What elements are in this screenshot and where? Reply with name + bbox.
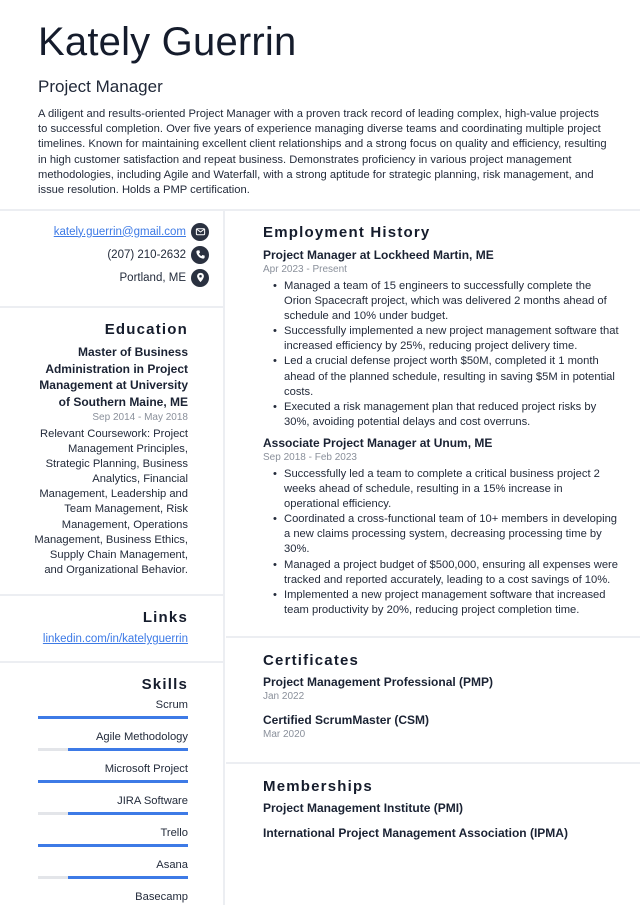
skill-item: Agile Methodology: [30, 730, 188, 751]
job-entry-title: Project Manager at Lockheed Martin, ME: [263, 248, 494, 262]
certificate-item: Project Management Professional (PMP) Ja…: [263, 674, 620, 704]
memberships-heading: Memberships: [263, 778, 373, 795]
contact-section: kately.guerrin@gmail.com (207) 210-2632 …: [0, 211, 225, 308]
skill-item: Basecamp: [30, 890, 188, 905]
certificate-item: Certified ScrumMaster (CSM) Mar 2020: [263, 712, 620, 742]
job-entry-title: Associate Project Manager at Unum, ME: [263, 435, 493, 450]
education-section: Education Master of Business Administrat…: [0, 308, 225, 596]
links-section: Links linkedin.com/in/katelyguerrin: [0, 596, 225, 663]
resume-header: Kately Guerrin Project Manager A diligen…: [0, 0, 640, 211]
job-entry-dates: Sep 2018 - Feb 2023: [263, 451, 357, 463]
skill-name: Microsoft Project: [104, 763, 188, 775]
skill-level-bar: [38, 748, 188, 751]
phone-number: (207) 210-2632: [107, 248, 186, 261]
certificate-date: Mar 2020: [263, 729, 306, 740]
skills-heading: Skills: [141, 676, 188, 693]
bullet-item: Coordinated a cross-functional team of 1…: [273, 512, 620, 557]
membership-item: Project Management Institute (PMI): [263, 801, 464, 815]
skill-level-bar: [38, 812, 188, 815]
candidate-name: Kately Guerrin: [38, 20, 297, 64]
skill-name: Basecamp: [135, 891, 188, 903]
employment-heading: Employment History: [263, 224, 431, 241]
phone-icon: [191, 245, 209, 264]
certificates-heading: Certificates: [263, 652, 360, 669]
email-link[interactable]: kately.guerrin@gmail.com: [54, 226, 186, 238]
contact-phone: (207) 210-2632: [30, 243, 209, 266]
certificates-section: Certificates Project Management Professi…: [226, 638, 640, 764]
skill-name: JIRA Software: [117, 795, 188, 807]
skill-level-bar: [38, 844, 188, 847]
job-entry-bullets: Successfully led a team to complete a cr…: [273, 467, 620, 618]
education-description: Relevant Coursework: Project Management …: [34, 428, 188, 576]
skill-name: Agile Methodology: [95, 731, 188, 743]
contact-email: kately.guerrin@gmail.com: [30, 220, 209, 243]
job-entry-dates: Apr 2023 - Present: [263, 264, 347, 275]
map-pin-icon: [191, 268, 209, 287]
linkedin-link[interactable]: linkedin.com/in/katelyguerrin: [43, 633, 188, 645]
certificate-name: Project Management Professional (PMP): [263, 675, 494, 689]
education-degree: Master of Business Administration in Pro…: [39, 345, 188, 409]
bullet-item: Managed a project budget of $500,000, en…: [273, 558, 620, 588]
job-title: Project Manager: [38, 77, 163, 96]
bullet-item: Led a crucial defense project worth $50M…: [273, 354, 620, 399]
skill-level-fill: [68, 748, 188, 751]
skill-level-fill: [38, 780, 188, 783]
contact-location: Portland, ME: [30, 266, 209, 289]
skill-item: Microsoft Project: [30, 762, 188, 783]
education-heading: Education: [104, 321, 188, 338]
skill-name: Asana: [156, 859, 188, 871]
links-heading: Links: [142, 609, 188, 626]
skill-item: Scrum: [30, 698, 188, 719]
skill-level-fill: [38, 844, 188, 847]
skill-level-bar: [38, 876, 188, 879]
bullet-item: Successfully implemented a new project m…: [273, 324, 620, 354]
employment-section: Employment History Project Manager at Lo…: [226, 211, 640, 638]
skill-level-bar: [38, 780, 188, 783]
job-entry: Associate Project Manager at Unum, ME Se…: [263, 435, 620, 618]
left-column: kately.guerrin@gmail.com (207) 210-2632 …: [0, 211, 225, 905]
right-column: Employment History Project Manager at Lo…: [226, 211, 640, 905]
skills-list: Scrum Agile Methodology Microsoft Project J…: [30, 698, 188, 905]
bullet-item: Managed a team of 15 engineers to succes…: [273, 279, 620, 324]
professional-summary: A diligent and results-oriented Project …: [38, 108, 607, 197]
memberships-section: Memberships Project Management Institute…: [226, 764, 640, 905]
skills-section: Skills Scrum Agile Methodology Microsoft P…: [0, 663, 225, 905]
membership-item: International Project Management Associa…: [263, 826, 568, 840]
skill-name: Scrum: [155, 699, 188, 711]
skill-level-fill: [68, 876, 188, 879]
bullet-item: Successfully led a team to complete a cr…: [273, 467, 620, 512]
skill-name: Trello: [160, 827, 188, 839]
certificate-name: Certified ScrumMaster (CSM): [263, 713, 430, 727]
bullet-item: Implemented a new project management sof…: [273, 588, 620, 618]
skill-level-bar: [38, 716, 188, 719]
job-entry: Project Manager at Lockheed Martin, ME A…: [263, 247, 620, 430]
bullet-item: Executed a risk management plan that red…: [273, 400, 620, 430]
envelope-icon: [191, 222, 209, 241]
skill-level-fill: [68, 812, 188, 815]
education-dates: Sep 2014 - May 2018: [92, 412, 188, 423]
skill-item: Asana: [30, 858, 188, 879]
certificate-date: Jan 2022: [263, 691, 305, 702]
skill-item: Trello: [30, 826, 188, 847]
skill-level-fill: [38, 716, 188, 719]
job-entry-bullets: Managed a team of 15 engineers to succes…: [273, 279, 620, 430]
skill-item: JIRA Software: [30, 794, 188, 815]
location-text: Portland, ME: [119, 271, 186, 284]
